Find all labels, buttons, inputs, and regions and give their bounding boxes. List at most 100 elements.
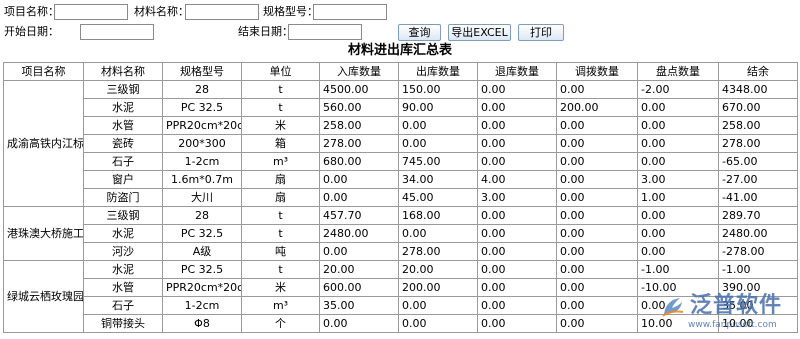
column-header: 规格型号 [162,62,242,81]
table-cell: 680.00 [319,152,399,171]
table-cell: 0.00 [477,260,557,279]
table-cell: 20.00 [398,260,478,279]
table-cell: 289.70 [718,206,798,225]
table-cell: -41.00 [718,188,798,207]
table-cell: 0.00 [477,98,557,117]
table-row: 绿城云栖玫瑰园 水泥 PC 32.5 t 20.00 20.00 0.00 0.00 -1.00… [3,260,798,333]
table-row: 河沙 A级吨 0.00 278.00 0.00 0.00 0.00 -278.00 [4,242,798,261]
table-cell: 200.00 [556,98,638,117]
column-header: 单位 [241,62,320,81]
table-cell: 水泥 [83,260,163,279]
table-cell: 90.00 [398,98,478,117]
table-cell: 3.00 [477,188,557,207]
table-cell: 0.00 [556,224,638,243]
column-header: 出库数量 [398,62,478,81]
project-name-cell: 绿城云栖玫瑰园 [3,260,84,333]
table-cell: 28 [162,206,242,225]
table-cell: 大川 [162,188,242,207]
table-row: 水泥 PC 32.5 t 2480.00 0.00 0.00 0.00 0.00 2480.00 [4,224,798,243]
table-row: 水管PPR20cm*20cm米600.00200.000.000.00-10.0… [4,278,798,297]
query-button[interactable]: 查询 [398,24,441,41]
table-cell: 150.00 [398,80,478,99]
table-cell: 石子 [83,152,163,171]
table-cell: 0.00 [556,170,638,189]
table-cell: 4.00 [477,170,557,189]
table-cell: 0.00 [477,206,557,225]
table-cell: -1.00 [637,260,719,279]
table-cell: 1.6m*0.7m [162,170,242,189]
table-cell: 0.00 [556,134,638,153]
column-header: 入库数量 [319,62,399,81]
table-cell: m³ [241,152,320,171]
table-cell: 0.00 [319,242,399,261]
project-name-cell: 港珠澳大桥施工总承包项目 [3,206,84,261]
table-cell: 278.00 [398,242,478,261]
table-cell: 34.00 [398,170,478,189]
spec-input[interactable] [313,4,387,20]
table-cell: 0.00 [556,206,638,225]
table-row: 水管PPR20cm*20cm米258.000.000.000.000.00258… [4,116,798,135]
table-cell: 1-2cm [162,152,242,171]
table-cell: 水泥 [83,224,163,243]
table-cell: 258.00 [718,116,798,135]
table-cell: A级 [162,242,242,261]
table-cell: 2480.00 [319,224,399,243]
table-cell: t [241,260,320,279]
summary-table: 项目名称 材料名称 规格型号 单位 入库数量 出库数量 退库数量 调拨数量 盘点数量 结余 成渝高… [3,62,798,333]
table-cell: -65.00 [718,152,798,171]
column-header: 材料名称 [83,62,163,81]
export-excel-button[interactable]: 导出EXCEL [448,24,511,41]
table-cell: 0.00 [319,188,399,207]
material-name-label: 材料名称： [134,5,189,18]
table-cell: 吨 [241,242,320,261]
table-cell: 水管 [83,116,163,135]
end-date-input[interactable] [288,24,362,40]
table-cell: 0.00 [556,278,638,297]
table-row: 窗户 1.6m*0.7m 扇 0.00 34.00 4.00 0.00 3.00 -27.00 [4,170,798,189]
print-button[interactable]: 打印 [518,24,564,41]
table-cell: 20.00 [319,260,399,279]
table-cell: 箱 [241,134,320,153]
table-cell: 河沙 [83,242,163,261]
table-cell: 三级钢 [83,80,163,99]
material-name-input[interactable] [185,4,259,20]
table-cell: 4348.00 [718,80,798,99]
table-cell: -27.00 [718,170,798,189]
table-cell: 0.00 [477,116,557,135]
table-cell: 0.00 [556,80,638,99]
table-cell: 0.00 [637,152,719,171]
table-cell: 0.00 [556,242,638,261]
table-cell: 防盗门 [83,188,163,207]
table-cell: 0.00 [637,224,719,243]
filter-bar: 项目名称： 材料名称： 规格型号： 开始日期： 结束日期： 查询 导出EXCEL… [0,0,800,44]
table-cell: 2480.00 [718,224,798,243]
table-cell: 水管 [83,278,163,297]
table-cell: t [241,206,320,225]
table-row: 港珠澳大桥施工总承包项目三级钢28t457.70168.000.000.000.… [3,206,798,261]
table-cell: 0.00 [477,152,557,171]
table-cell: 45.00 [398,188,478,207]
table-cell: 三级钢 [83,206,163,225]
start-date-input[interactable] [80,24,154,40]
project-name-input[interactable] [54,4,128,20]
spec-label: 规格型号： [263,5,318,18]
table-cell: 0.00 [556,314,638,333]
table-cell: 0.00 [398,134,478,153]
column-header: 项目名称 [3,62,84,81]
table-cell: 3.00 [637,170,719,189]
table-row: 石子 1-2cm m³ 680.00 745.00 0.00 0.00 0.00 -65.00 [4,152,798,171]
table-cell: 0.00 [556,152,638,171]
column-header: 退库数量 [477,62,557,81]
table-cell: 0.00 [477,224,557,243]
table-cell: 0.00 [637,206,719,225]
table-cell: 0.00 [556,260,638,279]
table-cell: PC 32.5 [162,260,242,279]
table-cell: -278.00 [718,242,798,261]
table-cell: PC 32.5 [162,224,242,243]
table-row: 成渝高铁内江标段项目三级钢28t4500.00150.000.000.00-2.… [3,80,798,207]
table-row: 瓷砖 200*300 箱 278.00 0.00 0.00 0.00 0.00 278.00 [4,134,798,153]
table-cell: t [241,80,320,99]
table-cell: t [241,98,320,117]
table-cell: 个 [241,314,320,333]
table-cell: 457.70 [319,206,399,225]
